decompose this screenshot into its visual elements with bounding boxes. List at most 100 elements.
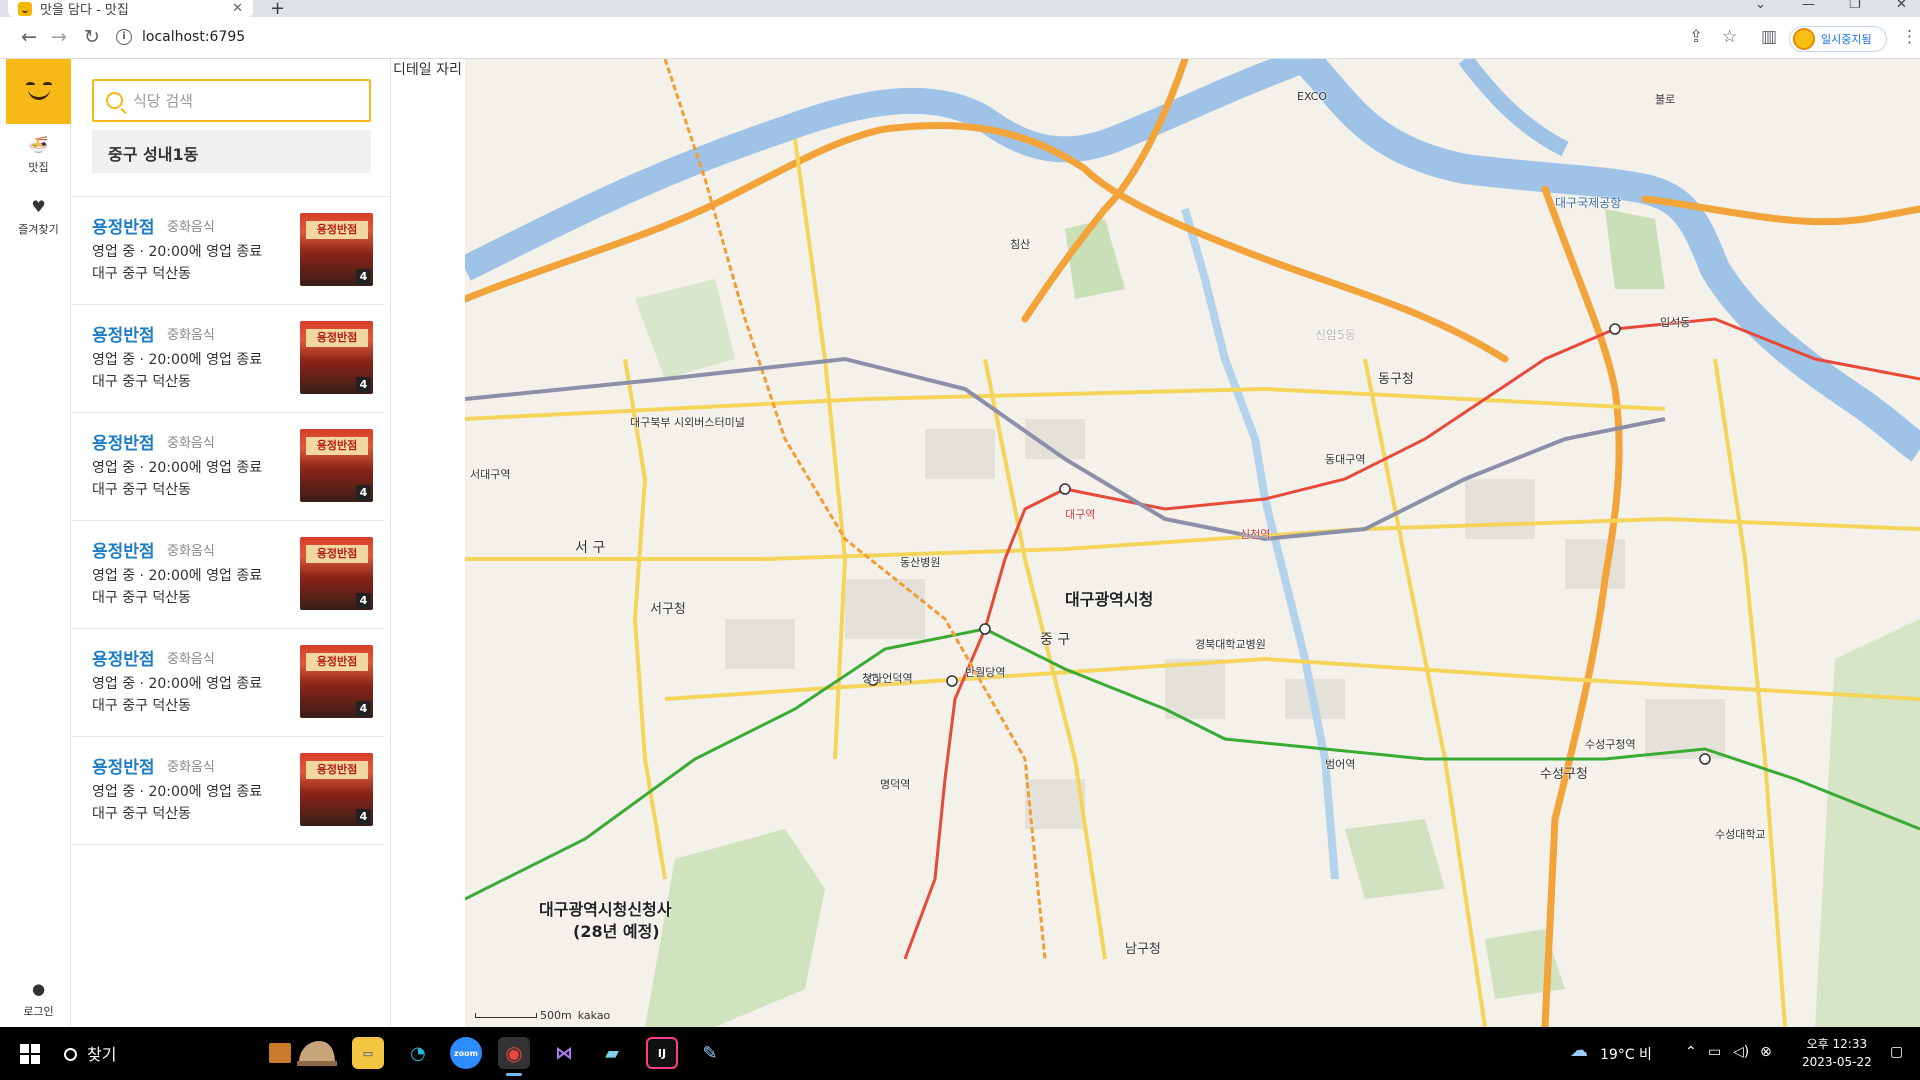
restaurant-thumbnail[interactable]: 용정반점 4 <box>300 321 373 394</box>
tab-search-icon[interactable]: ⌄ <box>1755 0 1766 12</box>
left-nav: 🍜 맛집 ♥ 즐겨찾기 ● 로그인 <box>6 59 71 1027</box>
restaurant-name[interactable]: 용정반점 <box>92 645 155 670</box>
map-label-cheongna[interactable]: 청라언덕역 <box>862 673 913 685</box>
map-label-suseong-station[interactable]: 수성구청역 <box>1585 739 1636 751</box>
restore-icon[interactable]: ❐ <box>1849 0 1861 12</box>
restaurant-thumbnail[interactable]: 용정반점 4 <box>300 753 373 826</box>
restaurant-name[interactable]: 용정반점 <box>92 321 155 346</box>
profile-button[interactable]: 일시중지됨 <box>1789 26 1887 52</box>
restaurant-category: 중화음식 <box>167 652 215 667</box>
map-label-airport[interactable]: 대구국제공항 <box>1555 197 1621 209</box>
restaurant-thumbnail[interactable]: 용정반점 4 <box>300 429 373 502</box>
close-tab-icon[interactable]: ✕ <box>232 1 243 16</box>
minimize-icon[interactable]: — <box>1802 0 1815 12</box>
map-label-dongdaegu-station[interactable]: 동대구역 <box>1325 454 1365 466</box>
forward-arrow-icon[interactable]: → <box>47 26 71 48</box>
restaurant-card[interactable]: 용정반점 중화음식 영업 중 · 20:00에 영업 종료 대구 중구 덕산동 … <box>71 521 385 629</box>
search-highlight-icon[interactable] <box>265 1035 337 1071</box>
map-label-seodaegu[interactable]: 서대구역 <box>470 469 510 481</box>
reload-icon[interactable]: ↻ <box>80 26 104 48</box>
search-icon <box>106 92 123 109</box>
restaurant-status: 영업 중 · 20:00에 영업 종료 <box>92 460 263 476</box>
map-view[interactable]: 대구광역시청 대구광역시청신청사 (28년 예정) 서구청 서 구 중 구 동구… <box>465 59 1920 1027</box>
address-bar[interactable]: i localhost:6795 <box>116 22 1666 52</box>
restaurant-category: 중화음식 <box>167 436 215 451</box>
volume-icon[interactable]: ◁) <box>1733 1044 1749 1060</box>
map-label-bus-terminal[interactable]: 대구북부 시외버스터미널 <box>630 417 745 429</box>
notepad-icon[interactable]: ▰ <box>596 1037 628 1069</box>
notification-icon[interactable]: ▢ <box>1890 1044 1903 1060</box>
menu-kebab-icon[interactable]: ⋮ <box>1901 27 1918 47</box>
chrome-icon[interactable]: ◉ <box>498 1037 530 1076</box>
weather-text[interactable]: 19°C 비 <box>1600 1044 1652 1064</box>
app-logo[interactable] <box>6 59 71 124</box>
map-label-ipseok[interactable]: 입석동 <box>1660 317 1690 329</box>
map-label-myeongdeok[interactable]: 명덕역 <box>880 779 910 791</box>
side-panel-icon[interactable]: ▥ <box>1761 27 1777 47</box>
map-label-namgu-office[interactable]: 남구청 <box>1125 943 1161 956</box>
network-icon[interactable]: ▭ <box>1708 1044 1721 1060</box>
restaurant-name[interactable]: 용정반점 <box>92 213 155 238</box>
map-label-suseong-office[interactable]: 수성구청 <box>1540 768 1588 781</box>
windows-start-icon[interactable] <box>20 1044 40 1064</box>
paint-icon[interactable]: ✎ <box>694 1037 726 1069</box>
nav-item-restaurants[interactable]: 🍜 맛집 <box>6 124 71 186</box>
address-url: localhost:6795 <box>142 29 246 45</box>
taskbar-search[interactable]: 찾기 <box>64 1041 116 1065</box>
map-label-city-hall[interactable]: 대구광역시청 <box>1065 592 1153 608</box>
restaurant-card[interactable]: 용정반점 중화음식 영업 중 · 20:00에 영업 종료 대구 중구 덕산동 … <box>71 413 385 521</box>
map-label-beomeo[interactable]: 범어역 <box>1325 759 1355 771</box>
share-icon[interactable]: ⇪ <box>1689 27 1703 47</box>
restaurant-card[interactable]: 용정반점 중화음식 영업 중 · 20:00에 영업 종료 대구 중구 덕산동 … <box>71 737 385 845</box>
restaurant-thumbnail[interactable]: 용정반점 4 <box>300 213 373 286</box>
map-scale: 500m kakao <box>475 1009 610 1022</box>
map-label-daegu-station[interactable]: 대구역 <box>1065 509 1095 521</box>
restaurant-name[interactable]: 용정반점 <box>92 753 155 778</box>
restaurant-card[interactable]: 용정반점 중화음식 영업 중 · 20:00에 영업 종료 대구 중구 덕산동 … <box>71 197 385 305</box>
site-info-icon[interactable]: i <box>116 29 132 45</box>
restaurant-name[interactable]: 용정반점 <box>92 429 155 454</box>
map-provider[interactable]: kakao <box>578 1009 611 1022</box>
restaurant-thumbnail[interactable]: 용정반점 4 <box>300 537 373 610</box>
browser-tab[interactable]: 맛을 담다 - 맛집 ✕ <box>8 0 253 18</box>
window-close-icon[interactable]: ✕ <box>1896 0 1907 12</box>
thumbnail-sign: 용정반점 <box>306 437 368 455</box>
restaurant-address: 대구 중구 덕산동 <box>92 266 192 282</box>
map-label-sincheon[interactable]: 신천역 <box>1240 529 1270 541</box>
login-button[interactable]: ● 로그인 <box>6 980 71 1019</box>
file-explorer-icon[interactable]: ▭ <box>352 1037 384 1069</box>
search-box[interactable] <box>92 79 371 122</box>
map-label-seogu-office[interactable]: 서구청 <box>650 603 686 616</box>
map-label-kyungpook[interactable]: 경북대학교병원 <box>1195 639 1266 651</box>
weather-icon[interactable]: ☁ <box>1570 1040 1588 1061</box>
map-label-banwoldang[interactable]: 반월당역 <box>965 667 1005 679</box>
restaurant-name[interactable]: 용정반점 <box>92 537 155 562</box>
map-label-new-city-hall[interactable]: 대구광역시청신청사 <box>539 902 671 918</box>
photo-count-badge: 4 <box>356 377 371 392</box>
bookmark-star-icon[interactable]: ☆ <box>1722 27 1737 47</box>
photo-count-badge: 4 <box>356 701 371 716</box>
restaurant-card[interactable]: 용정반점 중화음식 영업 중 · 20:00에 영업 종료 대구 중구 덕산동 … <box>71 629 385 737</box>
zoom-icon[interactable]: zoom <box>450 1037 482 1069</box>
nav-item-favorites[interactable]: ♥ 즐겨찾기 <box>6 186 71 248</box>
scale-bar <box>475 1013 537 1018</box>
edge-icon[interactable]: ◔ <box>402 1037 434 1069</box>
restaurant-card[interactable]: 용정반점 중화음식 영업 중 · 20:00에 영업 종료 대구 중구 덕산동 … <box>71 305 385 413</box>
ime-icon[interactable]: ⊗ <box>1760 1044 1772 1060</box>
search-input[interactable] <box>133 91 353 110</box>
back-arrow-icon[interactable]: ← <box>17 26 41 48</box>
map-label-chimsan[interactable]: 침산 <box>1010 239 1030 251</box>
map-label-exco[interactable]: EXCO <box>1297 91 1327 103</box>
map-label-suseong-uni[interactable]: 수성대학교 <box>1715 829 1766 841</box>
tray-chevron-icon[interactable]: ⌃ <box>1685 1044 1697 1060</box>
restaurant-thumbnail[interactable]: 용정반점 4 <box>300 645 373 718</box>
map-label-dongsan[interactable]: 동산병원 <box>900 557 940 569</box>
photo-count-badge: 4 <box>356 269 371 284</box>
region-selector[interactable]: 중구 성내1동 <box>92 130 371 173</box>
taskbar-clock[interactable]: 오후 12:33 2023-05-22 <box>1802 1035 1872 1071</box>
visual-studio-icon[interactable]: ⋈ <box>548 1037 580 1069</box>
map-label-donggu-office[interactable]: 동구청 <box>1378 373 1414 386</box>
intellij-icon[interactable]: IJ <box>646 1037 678 1069</box>
map-label-bulro[interactable]: 불로 <box>1655 94 1675 106</box>
food-bowl-icon: 🍜 <box>28 135 49 154</box>
